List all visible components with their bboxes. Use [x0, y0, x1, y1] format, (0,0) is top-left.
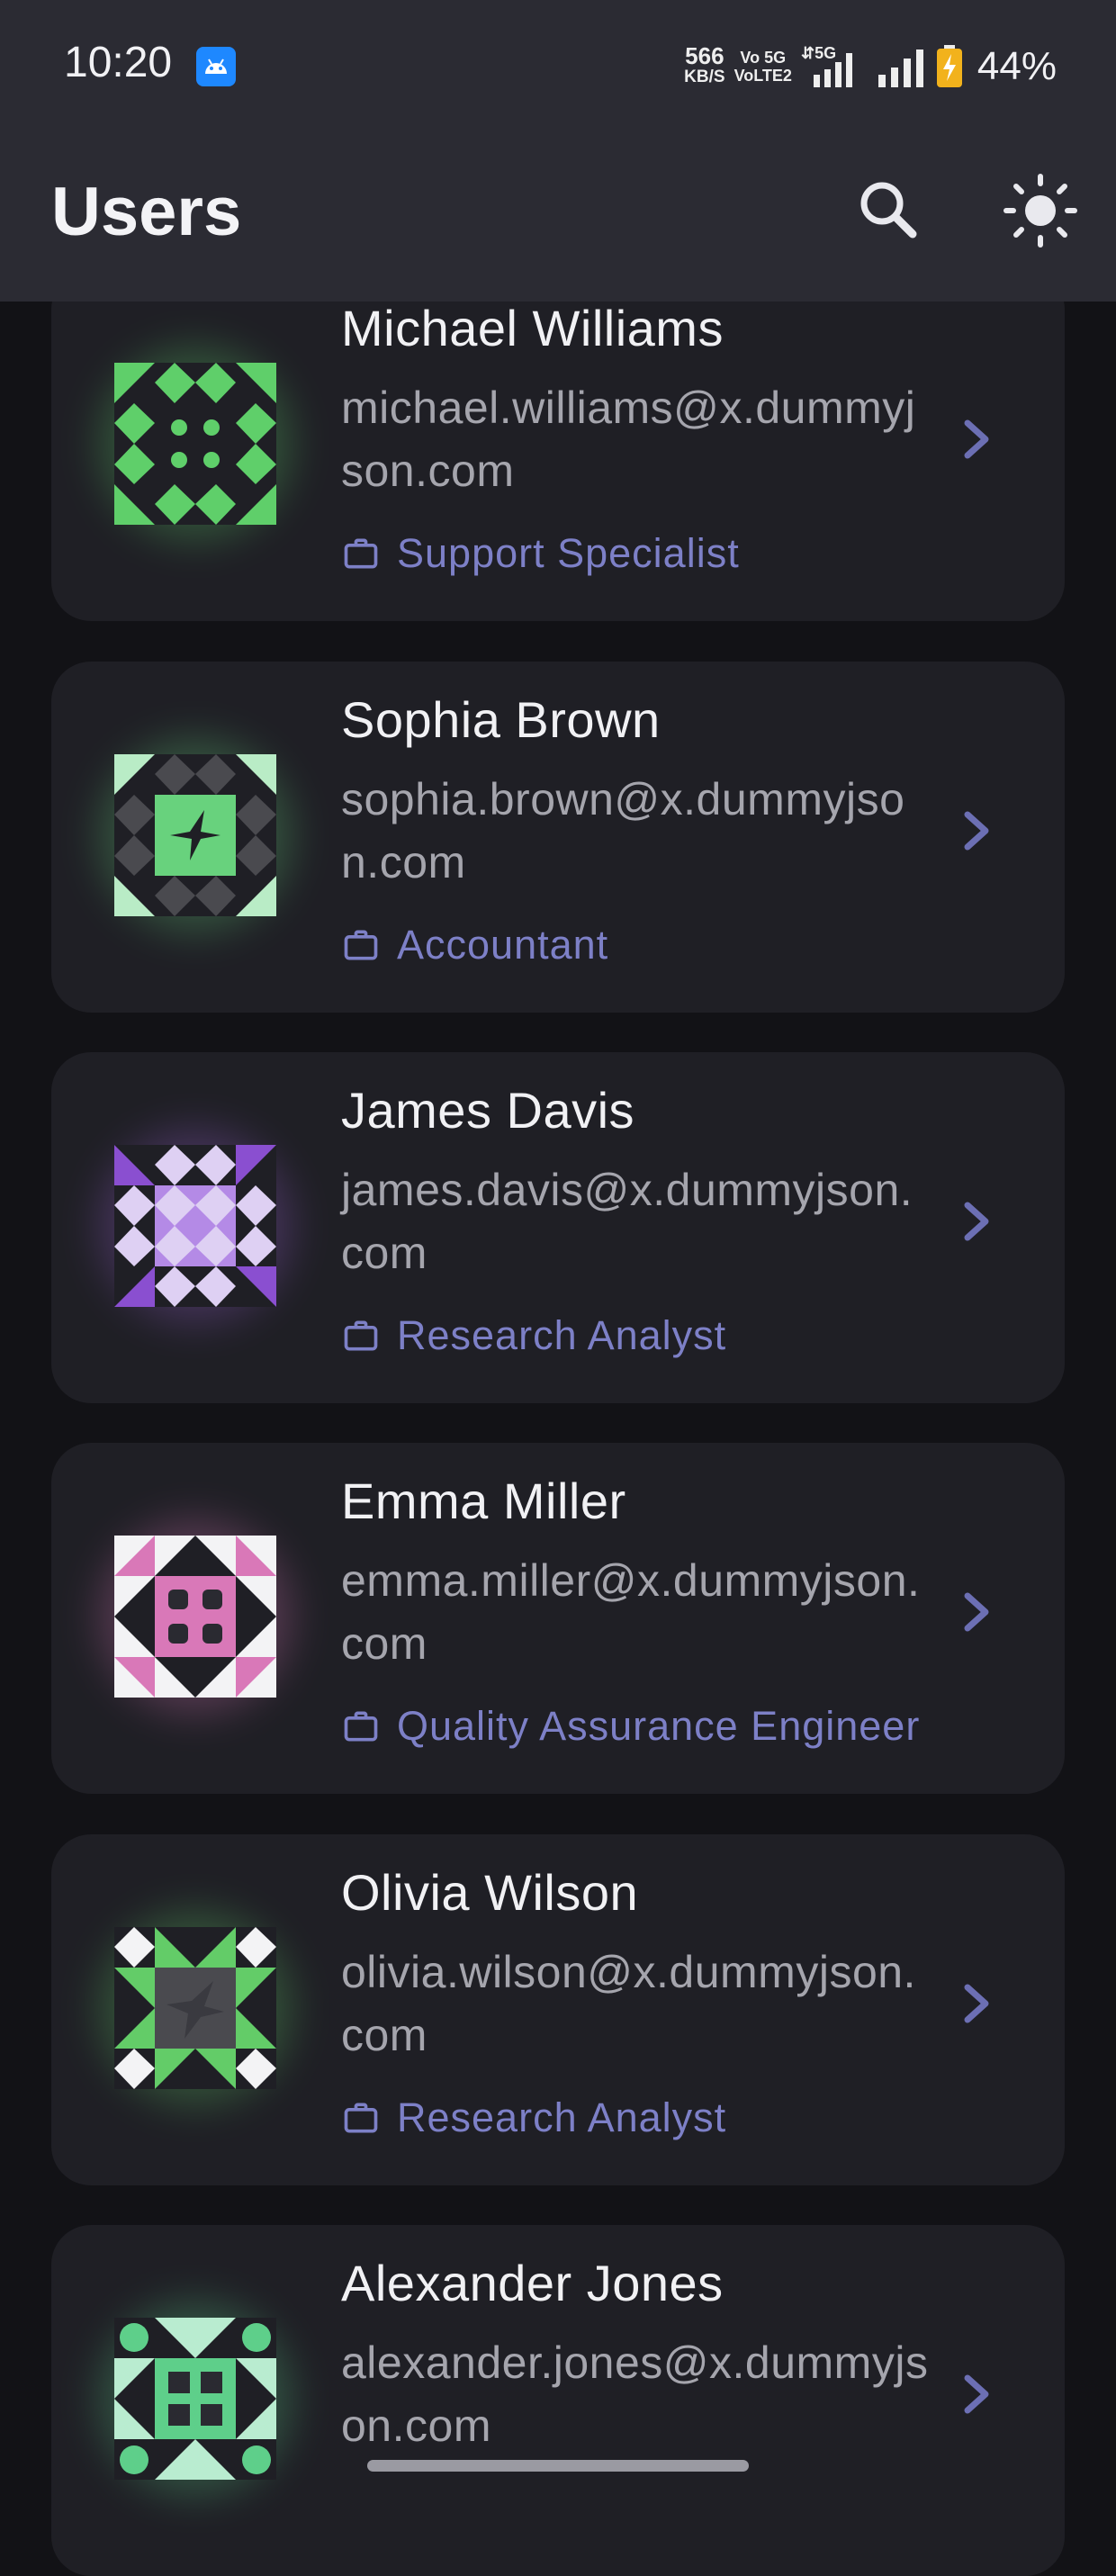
chevron-right-icon [964, 419, 989, 459]
volte-top: Vo 5G [740, 49, 787, 67]
android-notification-icon [196, 47, 236, 86]
briefcase-icon [344, 538, 378, 569]
user-card[interactable]: Alexander Jones alexander.jones@x.dummyj… [51, 2225, 1065, 2576]
briefcase-icon [344, 930, 378, 960]
net-speed-unit: KB/S [684, 68, 725, 86]
user-role: Quality Assurance Engineer [397, 1703, 921, 1749]
user-name: James Davis [341, 1082, 635, 1139]
avatar-identicon [114, 363, 276, 525]
user-card[interactable]: Michael Williams michael.williams@x.dumm… [51, 270, 1065, 621]
user-card[interactable]: Emma Miller emma.miller@x.dummyjson.com … [51, 1443, 1065, 1794]
briefcase-icon [344, 2103, 378, 2133]
chevron-right-icon [964, 1202, 989, 1241]
avatar [98, 2301, 292, 2496]
user-list: Michael Williams michael.williams@x.dumm… [0, 0, 1116, 2576]
user-email: james.davis@x.dummyjson.com [341, 1165, 914, 1278]
sun-icon[interactable] [1001, 171, 1080, 250]
search-icon[interactable] [850, 171, 925, 247]
chevron-right-icon [964, 2374, 989, 2414]
app-bar: Users [0, 135, 1116, 302]
avatar [98, 1519, 292, 1714]
chevron-right-icon [964, 1984, 989, 2023]
chevron-right-icon [964, 811, 989, 851]
battery-charging-icon [936, 45, 962, 87]
svg-text:⇵5G: ⇵5G [801, 44, 836, 62]
user-card[interactable]: James Davis james.davis@x.dummyjson.com … [51, 1052, 1065, 1403]
user-card[interactable]: Olivia Wilson olivia.wilson@x.dummyjson.… [51, 1834, 1065, 2185]
avatar-identicon [114, 754, 276, 916]
user-email: michael.williams@x.dummyjson.com [341, 383, 916, 496]
avatar [98, 347, 292, 541]
user-name: Olivia Wilson [341, 1864, 639, 1921]
user-role-row: Accountant [341, 918, 608, 972]
signal-5g-icon: ⇵5G [801, 44, 852, 87]
user-role: Accountant [397, 922, 609, 968]
battery-percent: 44% [976, 44, 1057, 88]
avatar [98, 1911, 292, 2105]
user-email: alexander.jones@x.dummyjson.com [341, 2337, 929, 2451]
net-speed-value: 566 [685, 42, 724, 69]
user-card[interactable]: Sophia Brown sophia.brown@x.dummyjson.co… [51, 662, 1065, 1013]
avatar-identicon [114, 1145, 276, 1307]
user-email: emma.miller@x.dummyjson.com [341, 1555, 921, 1669]
volte-bottom: VoLTE2 [734, 67, 792, 85]
user-role-row: Research Analyst [341, 2091, 726, 2145]
user-role-row: Quality Assurance Engineer [341, 1699, 920, 1753]
user-email: olivia.wilson@x.dummyjson.com [341, 1947, 916, 2060]
avatar-identicon [114, 1927, 276, 2089]
status-icons: 566 KB/S Vo 5G VoLTE2 ⇵5G 44% [684, 40, 1057, 94]
user-name: Michael Williams [341, 300, 724, 356]
user-name: Sophia Brown [341, 691, 661, 748]
user-role: Research Analyst [397, 1312, 727, 1358]
avatar [98, 738, 292, 932]
avatar [98, 1129, 292, 1323]
user-email: sophia.brown@x.dummyjson.com [341, 774, 905, 887]
user-role-row: Research Analyst [341, 1309, 726, 1363]
page-title: Users [51, 174, 242, 250]
user-role-row: Support Specialist [341, 527, 740, 581]
signal-icon [878, 50, 923, 87]
user-name: Emma Miller [341, 1473, 626, 1529]
briefcase-icon [344, 1711, 378, 1742]
user-name: Alexander Jones [341, 2255, 724, 2311]
status-time: 10:20 [64, 39, 173, 86]
avatar-identicon [114, 1536, 276, 1698]
chevron-right-icon [964, 1592, 989, 1632]
user-role: Research Analyst [397, 2094, 727, 2140]
user-role: Support Specialist [397, 530, 740, 576]
volte-indicator: Vo 5G VoLTE2 [734, 49, 792, 85]
avatar-identicon [114, 2318, 276, 2480]
status-bar: 10:20 566 KB/S Vo 5G VoLTE2 ⇵5G 44% [0, 0, 1116, 135]
home-indicator[interactable] [367, 2460, 749, 2472]
net-speed: 566 KB/S [684, 42, 725, 88]
briefcase-icon [344, 1320, 378, 1351]
